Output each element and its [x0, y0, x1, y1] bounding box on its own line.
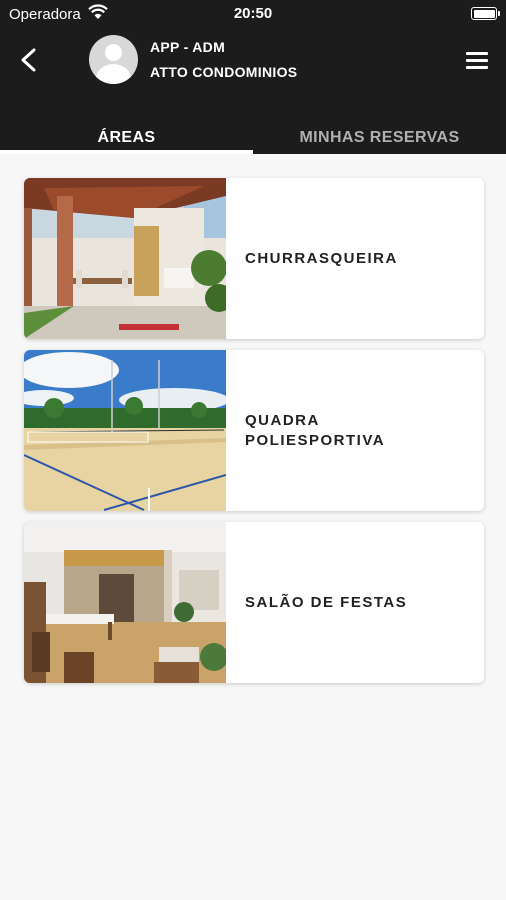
condominium-name: ATTO CONDOMINIOS: [150, 64, 298, 80]
area-name: CHURRASQUEIRA: [245, 249, 398, 267]
area-name: QUADRA POLIESPORTIVA: [245, 411, 386, 449]
chevron-left-icon: [21, 48, 36, 72]
sports-court-photo: [24, 350, 226, 511]
active-tab-indicator: [0, 150, 253, 154]
barbecue-area-photo: [24, 178, 226, 339]
battery-icon: [471, 7, 500, 20]
user-avatar-icon: [89, 35, 138, 84]
area-card-quadra-poliesportiva[interactable]: QUADRA POLIESPORTIVA: [24, 350, 484, 511]
app-header: Operadora 20:50 APP - ADM ATTO CONDOMINI…: [0, 0, 506, 154]
back-button[interactable]: [14, 44, 44, 76]
status-bar: Operadora 20:50: [0, 0, 506, 30]
area-name: SALÃO DE FESTAS: [245, 593, 408, 611]
tab-bar: ÁREAS MINHAS RESERVAS: [0, 122, 506, 154]
area-card-churrasqueira[interactable]: CHURRASQUEIRA: [24, 178, 484, 339]
area-card-salao-de-festas[interactable]: SALÃO DE FESTAS: [24, 522, 484, 683]
user-name: APP - ADM: [150, 39, 226, 55]
party-hall-photo: [24, 522, 226, 683]
tab-minhas-reservas[interactable]: MINHAS RESERVAS: [253, 122, 506, 154]
status-time: 20:50: [233, 5, 273, 22]
hamburger-menu-icon[interactable]: [464, 50, 490, 70]
